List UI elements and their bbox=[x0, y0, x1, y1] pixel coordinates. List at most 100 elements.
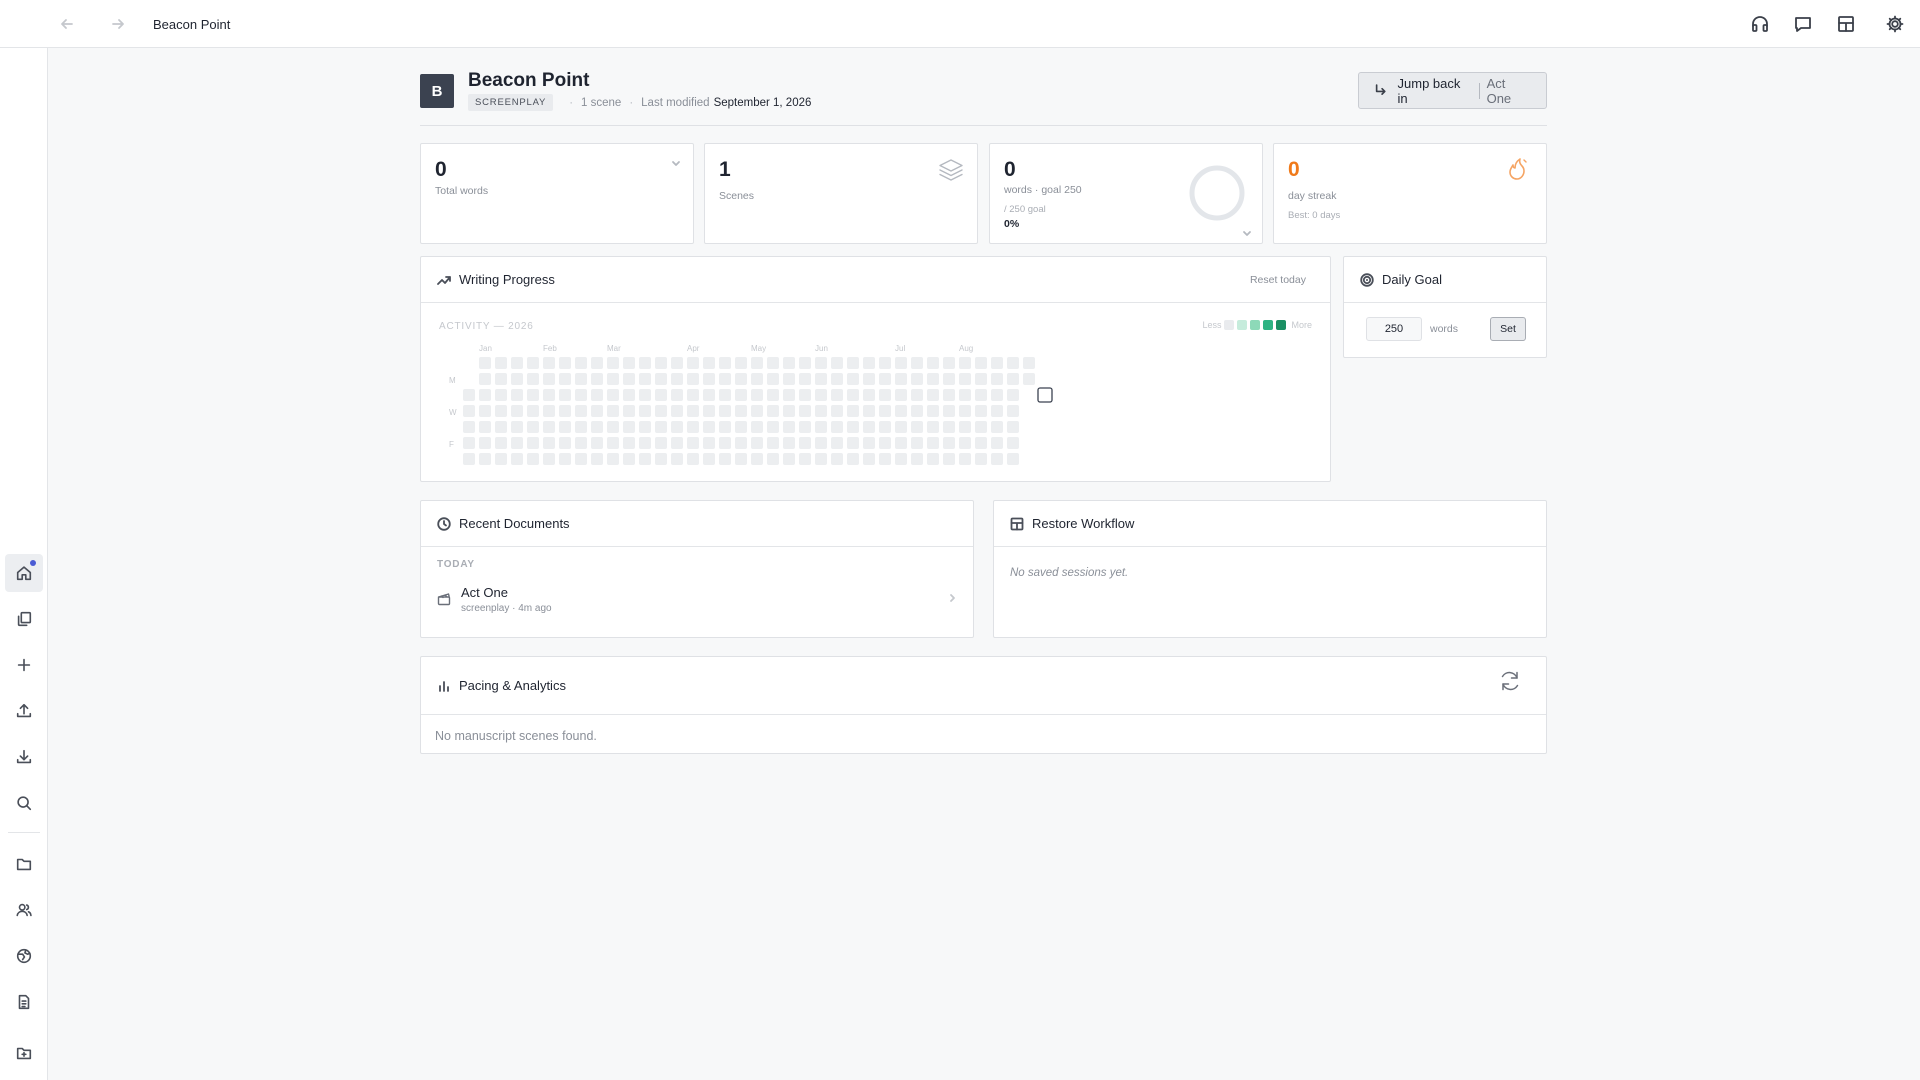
heatmap-cell bbox=[767, 437, 779, 449]
sidebar-item-import[interactable] bbox=[5, 1034, 43, 1072]
heatmap-cell bbox=[623, 437, 635, 449]
heatmap-cell bbox=[607, 453, 619, 465]
sidebar-item-search[interactable] bbox=[5, 784, 43, 822]
sidebar-item-download[interactable] bbox=[5, 738, 43, 776]
recent-document-row[interactable]: Act One screenplay · 4m ago bbox=[421, 581, 973, 621]
heatmap-cell bbox=[895, 405, 907, 417]
heatmap-cell bbox=[943, 405, 955, 417]
heatmap-cell bbox=[527, 421, 539, 433]
copy-icon bbox=[17, 611, 32, 627]
heatmap-cell bbox=[655, 421, 667, 433]
set-goal-button[interactable]: Set bbox=[1490, 317, 1526, 341]
gear-icon[interactable] bbox=[1885, 14, 1905, 34]
daily-goal-title: Daily Goal bbox=[1382, 272, 1442, 287]
heatmap-cell bbox=[511, 389, 523, 401]
heatmap-cell bbox=[831, 421, 843, 433]
heatmap-cell bbox=[671, 421, 683, 433]
heatmap-cell bbox=[479, 453, 491, 465]
heatmap-cell bbox=[527, 373, 539, 385]
arrow-right-icon[interactable] bbox=[108, 14, 128, 34]
goal-percent: 0% bbox=[1004, 218, 1020, 230]
layout-icon[interactable] bbox=[1836, 14, 1856, 34]
sidebar-item-world[interactable] bbox=[5, 937, 43, 975]
sidebar-item-folder[interactable] bbox=[5, 845, 43, 883]
heatmap-cell bbox=[607, 373, 619, 385]
heatmap-cell bbox=[495, 405, 507, 417]
jump-document-name: Act One bbox=[1486, 75, 1512, 106]
return-arrow-icon bbox=[1375, 84, 1386, 95]
sidebar bbox=[0, 48, 48, 1080]
heatmap-cell bbox=[559, 373, 571, 385]
heatmap-cell bbox=[655, 357, 667, 369]
refresh-icon[interactable] bbox=[1498, 669, 1522, 693]
heatmap-cell bbox=[831, 357, 843, 369]
heatmap-cell bbox=[879, 421, 891, 433]
heatmap-cell bbox=[1007, 421, 1019, 433]
heatmap-cell bbox=[671, 389, 683, 401]
sidebar-item-new[interactable] bbox=[5, 646, 43, 684]
heatmap-cell bbox=[543, 405, 555, 417]
heatmap-cell bbox=[559, 389, 571, 401]
heatmap-cell bbox=[879, 405, 891, 417]
sidebar-item-documents[interactable] bbox=[5, 600, 43, 638]
heatmap-cell bbox=[991, 373, 1003, 385]
heatmap-cell bbox=[543, 437, 555, 449]
scenes-label: Scenes bbox=[719, 190, 755, 202]
arrow-left-icon[interactable] bbox=[57, 14, 77, 34]
chevron-down-icon[interactable] bbox=[1242, 228, 1252, 238]
heatmap-cell bbox=[895, 389, 907, 401]
streak-value: 0 bbox=[1288, 158, 1300, 181]
heatmap-cell bbox=[815, 405, 827, 417]
heatmap-cell bbox=[847, 357, 859, 369]
heatmap-cell bbox=[927, 453, 939, 465]
sidebar-item-home[interactable] bbox=[5, 554, 43, 592]
search-icon bbox=[17, 796, 32, 811]
heatmap-cell bbox=[479, 405, 491, 417]
chevron-down-icon[interactable] bbox=[671, 158, 681, 168]
heatmap-cell bbox=[719, 357, 731, 369]
heatmap-cell bbox=[831, 437, 843, 449]
heatmap-cell bbox=[623, 405, 635, 417]
heatmap-cell bbox=[495, 437, 507, 449]
heatmap-cell bbox=[527, 357, 539, 369]
streak-label: day streak bbox=[1288, 190, 1337, 202]
heatmap-cell bbox=[511, 373, 523, 385]
heatmap-month-label: May bbox=[751, 344, 766, 353]
heatmap-cell bbox=[687, 357, 699, 369]
layout-icon bbox=[1010, 517, 1024, 530]
sidebar-item-upload[interactable] bbox=[5, 692, 43, 730]
heatmap-cell bbox=[607, 405, 619, 417]
total-words-card: 0 Total words bbox=[420, 143, 694, 244]
heatmap-cell bbox=[655, 437, 667, 449]
heatmap-cell bbox=[591, 405, 603, 417]
headphones-icon[interactable] bbox=[1750, 14, 1770, 34]
scenes-value: 1 bbox=[719, 158, 731, 181]
heatmap-cell bbox=[687, 421, 699, 433]
sidebar-item-notes[interactable] bbox=[5, 983, 43, 1021]
heatmap-cell bbox=[543, 421, 555, 433]
heatmap-cell bbox=[847, 421, 859, 433]
heatmap-cell bbox=[735, 405, 747, 417]
jump-back-in-button[interactable]: Jump back in Act One bbox=[1358, 72, 1547, 109]
heatmap-cell bbox=[751, 389, 763, 401]
chat-icon[interactable] bbox=[1793, 14, 1813, 34]
clock-icon bbox=[437, 516, 451, 531]
heatmap-cell bbox=[799, 357, 811, 369]
heatmap-cell bbox=[559, 437, 571, 449]
heatmap-cell bbox=[895, 421, 907, 433]
heatmap-cell bbox=[943, 421, 955, 433]
heatmap-cell bbox=[1007, 453, 1019, 465]
heatmap-month-label: Jan bbox=[479, 344, 492, 353]
daily-goal-input[interactable]: 250 bbox=[1366, 317, 1422, 341]
window-title: Beacon Point bbox=[153, 17, 231, 32]
heatmap-cell bbox=[863, 405, 875, 417]
sidebar-divider bbox=[8, 832, 40, 833]
recent-group-label: TODAY bbox=[437, 559, 475, 570]
heatmap-cell bbox=[463, 405, 475, 417]
heatmap-cell bbox=[703, 437, 715, 449]
heatmap-cell bbox=[639, 437, 651, 449]
sidebar-item-people[interactable] bbox=[5, 891, 43, 929]
heatmap-cell bbox=[495, 421, 507, 433]
heatmap-cell bbox=[639, 389, 651, 401]
pacing-empty: No manuscript scenes found. bbox=[435, 729, 597, 743]
